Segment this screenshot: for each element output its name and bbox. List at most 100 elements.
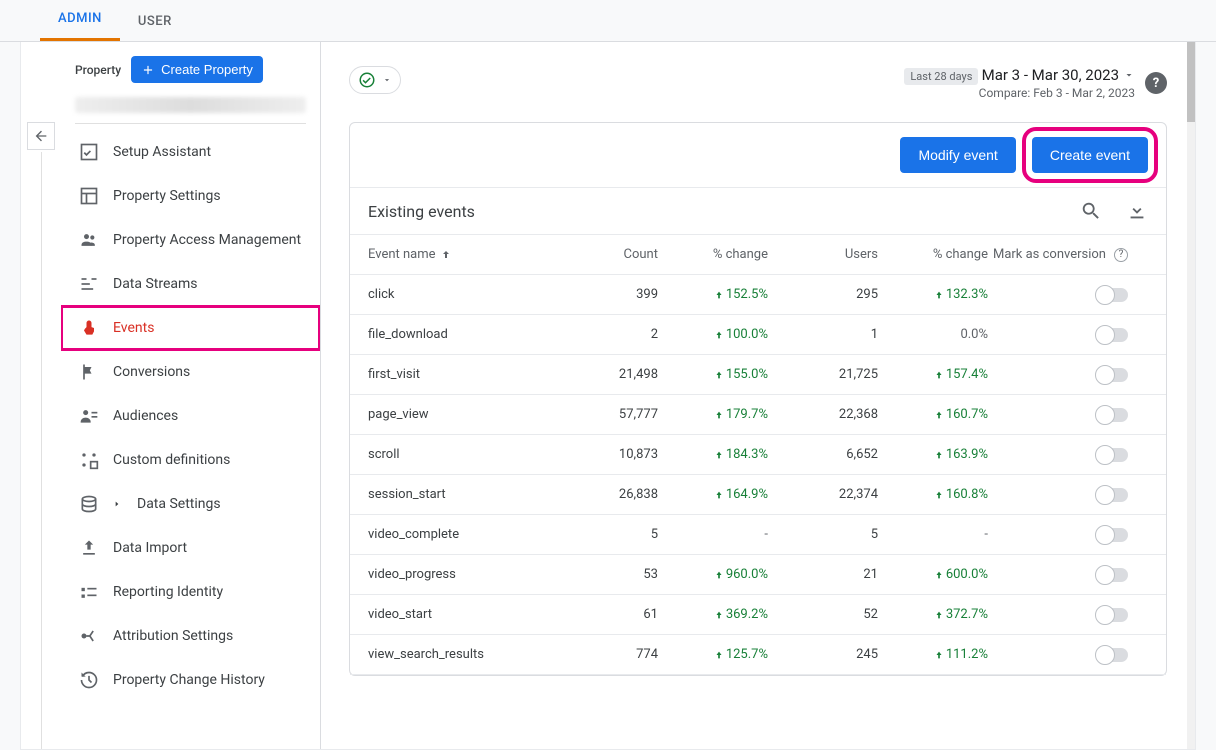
count-change: 100.0% — [658, 327, 768, 342]
col-users[interactable]: Users — [768, 247, 878, 262]
sidebar-item-data-settings[interactable]: Data Settings — [61, 482, 320, 526]
sidebar-item-label: Events — [113, 320, 154, 336]
download-icon — [1126, 200, 1148, 222]
table-row: file_download2100.0%10.0% — [350, 315, 1166, 355]
event-count: 5 — [568, 527, 658, 542]
event-name[interactable]: click — [368, 287, 568, 302]
event-count: 57,777 — [568, 407, 658, 422]
event-count: 774 — [568, 647, 658, 662]
count-change: 155.0% — [658, 367, 768, 382]
conversion-toggle[interactable] — [1096, 448, 1128, 462]
sidebar-item-data-import[interactable]: Data Import — [61, 526, 320, 570]
table-row: scroll10,873184.3%6,652163.9% — [350, 435, 1166, 475]
help-icon[interactable]: ? — [1114, 248, 1128, 262]
back-button[interactable] — [27, 122, 55, 150]
streams-icon — [79, 274, 99, 294]
col-pct-change-2[interactable]: % change — [878, 247, 988, 262]
arrow-up-icon — [934, 450, 944, 460]
users-change: 157.4% — [878, 367, 988, 382]
sidebar-item-property-settings[interactable]: Property Settings — [61, 174, 320, 218]
col-count[interactable]: Count — [568, 247, 658, 262]
sidebar-item-label: Property Access Management — [113, 232, 301, 248]
event-name[interactable]: page_view — [368, 407, 568, 422]
tab-user[interactable]: USER — [120, 2, 190, 41]
col-event-name[interactable]: Event name — [368, 247, 568, 262]
event-name[interactable]: video_progress — [368, 567, 568, 582]
date-range-selector[interactable]: Mar 3 - Mar 30, 2023 — [982, 66, 1135, 84]
arrow-up-icon — [714, 290, 724, 300]
conversion-toggle-cell — [988, 488, 1148, 502]
count-change: 184.3% — [658, 447, 768, 462]
sidebar-item-property-access-management[interactable]: Property Access Management — [61, 218, 320, 262]
custom-icon — [79, 450, 99, 470]
caret-down-icon — [382, 75, 392, 85]
count-change: 164.9% — [658, 487, 768, 502]
conversion-toggle[interactable] — [1096, 328, 1128, 342]
event-name[interactable]: view_search_results — [368, 647, 568, 662]
conversion-toggle-cell — [988, 448, 1148, 462]
conversion-toggle[interactable] — [1096, 368, 1128, 382]
arrow-up-icon — [714, 330, 724, 340]
people-icon — [79, 230, 99, 250]
conversion-toggle[interactable] — [1096, 408, 1128, 422]
conversion-toggle[interactable] — [1096, 288, 1128, 302]
event-name[interactable]: scroll — [368, 447, 568, 462]
arrow-up-icon — [934, 370, 944, 380]
users-change: 372.7% — [878, 607, 988, 622]
event-name[interactable]: file_download — [368, 327, 568, 342]
count-change: 960.0% — [658, 567, 768, 582]
conversion-toggle-cell — [988, 528, 1148, 542]
sidebar-item-data-streams[interactable]: Data Streams — [61, 262, 320, 306]
table-row: view_search_results774125.7%245111.2% — [350, 635, 1166, 675]
download-button[interactable] — [1126, 200, 1148, 222]
modify-event-button[interactable]: Modify event — [900, 137, 1015, 173]
count-change: 152.5% — [658, 287, 768, 302]
plus-icon — [141, 63, 155, 77]
sidebar-item-label: Data Import — [113, 540, 187, 556]
conversion-toggle[interactable] — [1096, 568, 1128, 582]
scrollbar[interactable] — [1187, 42, 1195, 749]
help-button[interactable]: ? — [1145, 72, 1167, 94]
create-event-button[interactable]: Create event — [1032, 137, 1148, 173]
event-name[interactable]: first_visit — [368, 367, 568, 382]
sidebar-item-audiences[interactable]: Audiences — [61, 394, 320, 438]
sidebar-item-attribution-settings[interactable]: Attribution Settings — [61, 614, 320, 658]
create-property-button[interactable]: Create Property — [131, 56, 263, 83]
top-tabs: ADMIN USER — [0, 0, 1216, 42]
table-row: video_progress53960.0%21600.0% — [350, 555, 1166, 595]
sidebar-item-events[interactable]: Events — [61, 306, 320, 350]
conversion-toggle[interactable] — [1096, 528, 1128, 542]
arrow-up-icon — [714, 370, 724, 380]
sidebar-item-custom-definitions[interactable]: Custom definitions — [61, 438, 320, 482]
layout-icon — [79, 186, 99, 206]
event-name[interactable]: session_start — [368, 487, 568, 502]
search-button[interactable] — [1080, 200, 1102, 222]
arrow-left-icon — [33, 128, 49, 144]
count-change: 179.7% — [658, 407, 768, 422]
filter-pill[interactable] — [349, 66, 401, 94]
users-change: 132.3% — [878, 287, 988, 302]
event-name[interactable]: video_complete — [368, 527, 568, 542]
property-name-redacted[interactable] — [75, 97, 306, 113]
sidebar-item-property-change-history[interactable]: Property Change History — [61, 658, 320, 702]
col-pct-change-1[interactable]: % change — [658, 247, 768, 262]
event-count: 61 — [568, 607, 658, 622]
sidebar-item-setup-assistant[interactable]: Setup Assistant — [61, 130, 320, 174]
sidebar-item-conversions[interactable]: Conversions — [61, 350, 320, 394]
users-change: 600.0% — [878, 567, 988, 582]
event-count: 399 — [568, 287, 658, 302]
users-change: 160.8% — [878, 487, 988, 502]
arrow-up-icon — [934, 650, 944, 660]
conversion-toggle[interactable] — [1096, 648, 1128, 662]
sidebar-nav: Setup AssistantProperty Settings Property… — [61, 130, 320, 702]
event-name[interactable]: video_start — [368, 607, 568, 622]
tab-admin[interactable]: ADMIN — [40, 0, 120, 41]
conversion-toggle[interactable] — [1096, 608, 1128, 622]
table-row: video_complete5-5- — [350, 515, 1166, 555]
create-property-label: Create Property — [161, 62, 253, 77]
conversion-toggle[interactable] — [1096, 488, 1128, 502]
sidebar-item-reporting-identity[interactable]: Reporting Identity — [61, 570, 320, 614]
caret-down-icon — [1123, 69, 1135, 81]
arrow-up-icon — [714, 490, 724, 500]
events-card: Modify event Create event Existing event… — [349, 122, 1167, 676]
